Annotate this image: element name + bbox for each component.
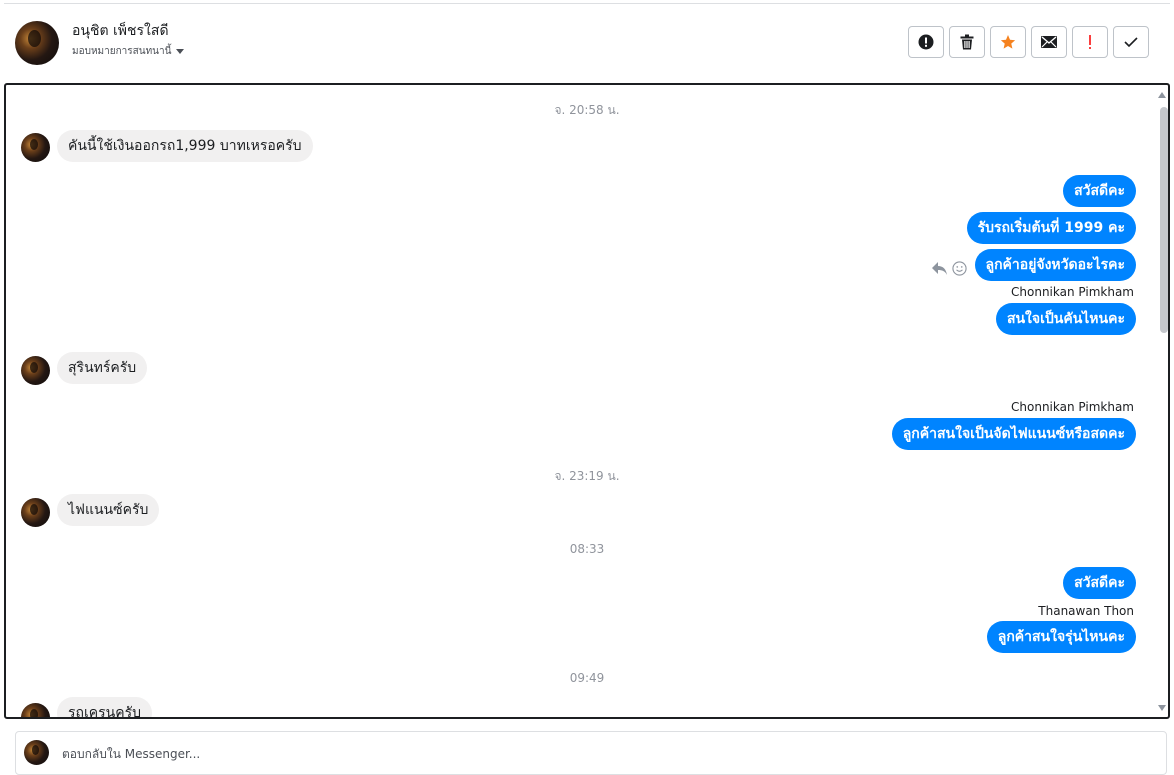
scroll-down-arrow-icon[interactable] <box>1158 705 1166 711</box>
scrollbar-thumb[interactable] <box>1160 107 1168 333</box>
incoming-message[interactable]: รถเครนครับ <box>57 697 153 717</box>
timestamp: จ. 23:19 น. <box>554 469 620 483</box>
conversation-header: อนุชิต เพ็ชรใสดี มอบหมายการสนทนานี้ <box>4 4 1170 82</box>
timestamp: 09:49 <box>569 671 605 685</box>
page-avatar <box>24 740 49 765</box>
sender-avatar <box>21 703 50 717</box>
caret-down-icon <box>176 49 185 54</box>
incoming-message[interactable]: สุรินทร์ครับ <box>57 352 148 384</box>
delete-button[interactable] <box>949 26 985 58</box>
outgoing-message[interactable]: สนใจเป็นคันไหนคะ <box>995 303 1136 335</box>
sender-avatar <box>21 356 50 385</box>
alert-circle-icon <box>918 34 934 50</box>
smiley-icon[interactable] <box>952 261 967 276</box>
outgoing-message[interactable]: ลูกค้าสนใจรุ่นไหนคะ <box>986 621 1136 653</box>
outgoing-message[interactable]: ลูกค้าอยู่จังหวัดอะไรคะ <box>974 249 1136 281</box>
contact-avatar[interactable] <box>15 21 59 65</box>
message-thread[interactable]: จ. 20:58 น. คันนี้ใช้เงินออกรถ1,999 บาทเ… <box>4 83 1170 719</box>
message-hover-tools <box>931 261 967 276</box>
sender-name: Thanawan Thon <box>1038 604 1134 618</box>
incoming-message[interactable]: คันนี้ใช้เงินออกรถ1,999 บาทเหรอครับ <box>57 130 313 162</box>
scroll-up-arrow-icon[interactable] <box>1158 92 1166 98</box>
outgoing-message[interactable]: รับรถเริ่มต้นที่ 1999 คะ <box>966 212 1136 244</box>
envelope-icon <box>1041 36 1057 48</box>
mark-important-button[interactable] <box>1072 26 1108 58</box>
check-icon <box>1124 37 1138 48</box>
trash-icon <box>960 34 974 50</box>
assign-conversation-dropdown[interactable]: มอบหมายการสนทนานี้ <box>72 44 185 59</box>
sender-name: Chonnikan Pimkham <box>1011 400 1134 414</box>
mark-done-button[interactable] <box>1113 26 1149 58</box>
incoming-message[interactable]: ไฟแนนซ์ครับ <box>57 494 160 526</box>
reply-input[interactable] <box>60 746 1064 762</box>
star-button[interactable] <box>990 26 1026 58</box>
reply-composer[interactable] <box>15 731 1167 775</box>
exclamation-icon <box>1089 35 1091 49</box>
timestamp: 08:33 <box>569 542 605 556</box>
mark-spam-button[interactable] <box>908 26 944 58</box>
conversation-actions <box>908 26 1149 58</box>
reply-icon[interactable] <box>931 261 948 276</box>
sender-name: Chonnikan Pimkham <box>1011 285 1134 299</box>
outgoing-message[interactable]: สวัสดีคะ <box>1063 567 1136 599</box>
outgoing-message[interactable]: สวัสดีคะ <box>1063 175 1136 207</box>
timestamp: จ. 20:58 น. <box>554 103 620 117</box>
sender-avatar <box>21 133 50 162</box>
contact-name[interactable]: อนุชิต เพ็ชรใสดี <box>72 20 169 42</box>
outgoing-message[interactable]: ลูกค้าสนใจเป็นจัดไฟแนนซ์หรือสดคะ <box>891 418 1136 450</box>
mark-unread-button[interactable] <box>1031 26 1067 58</box>
assign-label: มอบหมายการสนทนานี้ <box>72 46 172 57</box>
sender-avatar <box>21 498 50 527</box>
star-icon <box>1000 35 1016 49</box>
